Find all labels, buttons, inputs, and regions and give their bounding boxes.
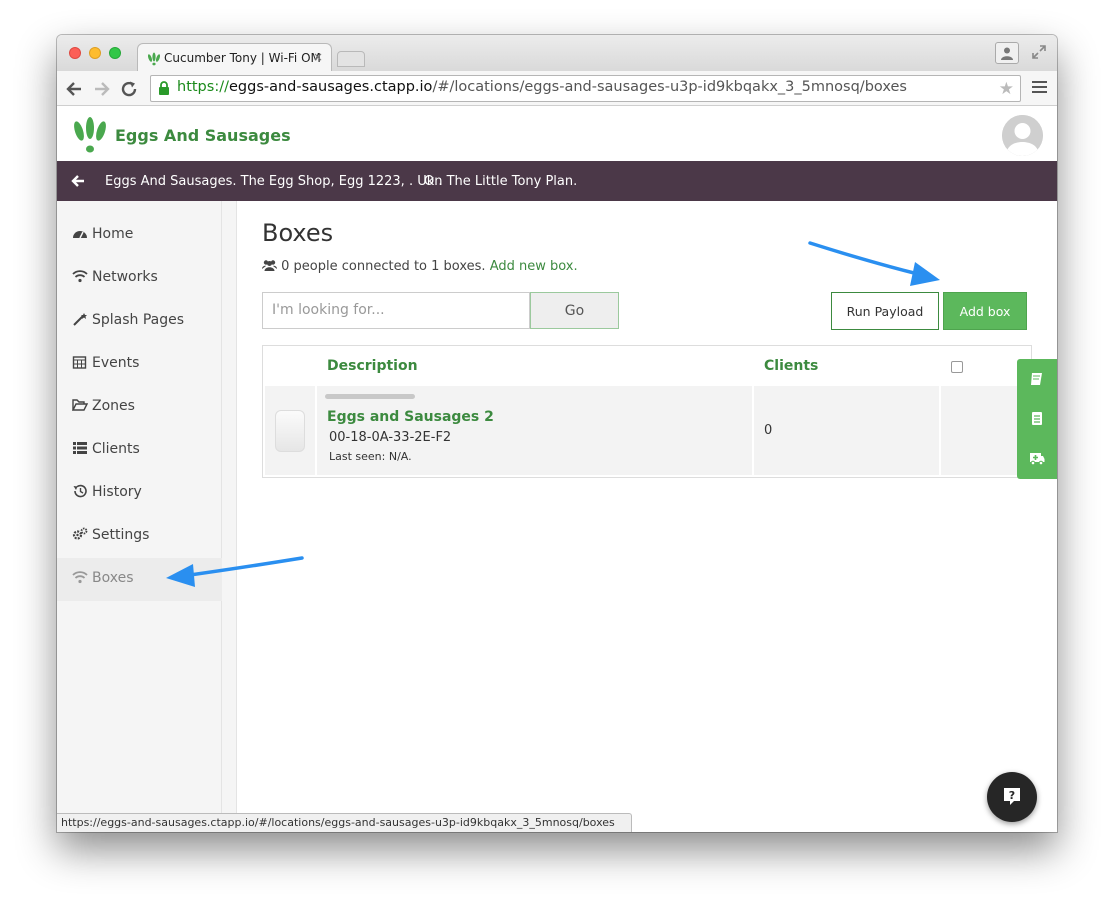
brand-name[interactable]: Eggs And Sausages	[115, 126, 291, 145]
forward-arrow-icon[interactable]	[93, 80, 111, 98]
list-icon	[73, 442, 87, 454]
tab-bar: Cucumber Tony | Wi-Fi OM ×	[57, 35, 1057, 71]
hamburger-menu-icon[interactable]	[1032, 81, 1047, 95]
sidebar-item-home[interactable]: Home	[57, 214, 222, 257]
close-window-button[interactable]	[69, 47, 81, 59]
column-header-clients[interactable]: Clients	[764, 358, 818, 374]
user-avatar-icon	[1002, 115, 1043, 156]
list-alt-icon[interactable]	[1029, 411, 1045, 427]
app-header: Eggs And Sausages	[57, 106, 1057, 161]
plan-label: On The Little Tony Plan.	[424, 174, 578, 189]
sidebar-item-settings[interactable]: Settings	[57, 515, 222, 558]
sidebar-item-label: Events	[92, 355, 140, 371]
add-new-box-link[interactable]: Add new box.	[490, 259, 578, 274]
status-bar-indicator	[325, 394, 415, 399]
box-mac-address: 00-18-0A-33-2E-F2	[329, 430, 452, 445]
box-name-link[interactable]: Eggs and Sausages 2	[327, 409, 494, 425]
history-icon	[73, 484, 87, 498]
sidebar-item-label: Splash Pages	[92, 312, 185, 328]
sidebar-item-label: Networks	[92, 269, 158, 285]
sidebar-item-networks[interactable]: Networks	[57, 257, 222, 300]
sidebar-item-clients[interactable]: Clients	[57, 429, 222, 472]
search-input[interactable]: I'm looking for...	[262, 292, 530, 329]
sidebar-item-label: Boxes	[92, 570, 134, 586]
sidebar-divider	[222, 201, 237, 832]
back-arrow-icon[interactable]	[71, 174, 85, 188]
connection-summary: 0 people connected to 1 boxes. Add new b…	[262, 259, 578, 274]
floating-tools-panel	[1017, 359, 1057, 479]
location-bar: Eggs And Sausages. The Egg Shop, Egg 122…	[57, 161, 1057, 201]
url-scheme: https://	[177, 79, 229, 95]
box-client-count: 0	[764, 423, 773, 438]
sidebar-item-boxes[interactable]: Boxes	[57, 558, 222, 601]
help-chat-icon: ?	[1004, 788, 1020, 805]
browser-tab[interactable]: Cucumber Tony | Wi-Fi OM ×	[137, 43, 332, 71]
sidebar-item-label: Zones	[92, 398, 135, 414]
back-arrow-icon[interactable]	[65, 80, 83, 98]
wifi-icon	[72, 270, 88, 283]
sidebar: Home Networks Splash Pages Events Zones …	[57, 201, 222, 832]
minimize-window-button[interactable]	[89, 47, 101, 59]
router-device-image	[275, 410, 305, 452]
sidebar-item-label: Settings	[92, 527, 150, 543]
web-page: Eggs And Sausages Eggs And Sausages. The…	[57, 106, 1057, 832]
profile-button[interactable]	[995, 42, 1019, 64]
tab-title: Cucumber Tony | Wi-Fi OM	[164, 51, 321, 65]
sidebar-item-events[interactable]: Events	[57, 343, 222, 386]
cell-divider	[315, 386, 317, 475]
location-address: Eggs And Sausages. The Egg Shop, Egg 122…	[105, 174, 443, 189]
main-content: Boxes 0 people connected to 1 boxes. Add…	[238, 201, 1057, 832]
url-host: eggs-and-sausages.ctapp.io	[228, 79, 433, 95]
help-chat-button[interactable]: ?	[987, 772, 1037, 822]
wifi-icon	[72, 571, 88, 584]
new-tab-button[interactable]	[337, 51, 365, 67]
tab-close-icon[interactable]: ×	[313, 50, 323, 64]
go-button[interactable]: Go	[530, 292, 619, 329]
sidebar-item-zones[interactable]: Zones	[57, 386, 222, 429]
cell-divider	[939, 386, 941, 475]
sidebar-item-history[interactable]: History	[57, 472, 222, 515]
avatar[interactable]	[1002, 115, 1043, 156]
column-header-description[interactable]: Description	[327, 358, 418, 374]
gears-icon	[72, 527, 88, 540]
bookmark-star-icon[interactable]: ★	[999, 79, 1014, 99]
run-payload-button[interactable]: Run Payload	[831, 292, 939, 330]
select-all-checkbox[interactable]	[951, 361, 963, 373]
sidebar-item-label: Home	[92, 226, 134, 242]
fullscreen-icon[interactable]	[1031, 44, 1047, 60]
browser-toolbar: https://eggs-and-sausages.ctapp.io/#/loc…	[57, 71, 1057, 106]
ambulance-icon[interactable]	[1029, 450, 1045, 466]
zoom-window-button[interactable]	[109, 47, 121, 59]
address-bar[interactable]: https://eggs-and-sausages.ctapp.io/#/loc…	[150, 75, 1021, 102]
cucumber-logo-icon[interactable]	[71, 116, 109, 154]
boxes-table: Description Clients Eggs and Sausages 2 …	[262, 345, 1032, 478]
person-icon	[1001, 47, 1013, 60]
svg-text:?: ?	[1009, 789, 1015, 802]
cell-divider	[752, 386, 754, 475]
dashboard-icon	[73, 231, 87, 239]
calendar-icon	[72, 356, 87, 369]
book-icon[interactable]	[1029, 371, 1045, 387]
box-last-seen: Last seen: N/A.	[329, 450, 412, 463]
lock-icon	[159, 81, 169, 95]
add-box-button[interactable]: Add box	[943, 292, 1027, 330]
sidebar-item-label: Clients	[92, 441, 140, 457]
sidebar-item-label: History	[92, 484, 142, 500]
browser-window: Cucumber Tony | Wi-Fi OM × https://eggs-…	[57, 35, 1057, 832]
magic-wand-icon	[73, 313, 87, 326]
sidebar-item-splash-pages[interactable]: Splash Pages	[57, 300, 222, 343]
cucumber-logo-icon	[147, 52, 161, 66]
summary-text: 0 people connected to 1 boxes.	[281, 259, 486, 274]
folder-open-icon	[72, 399, 88, 411]
reload-icon[interactable]	[120, 80, 138, 98]
link-status-bar: https://eggs-and-sausages.ctapp.io/#/loc…	[57, 813, 632, 832]
page-title: Boxes	[262, 219, 334, 247]
users-icon	[262, 260, 277, 271]
url-path: /#/locations/eggs-and-sausages-u3p-id9kb…	[432, 79, 907, 95]
